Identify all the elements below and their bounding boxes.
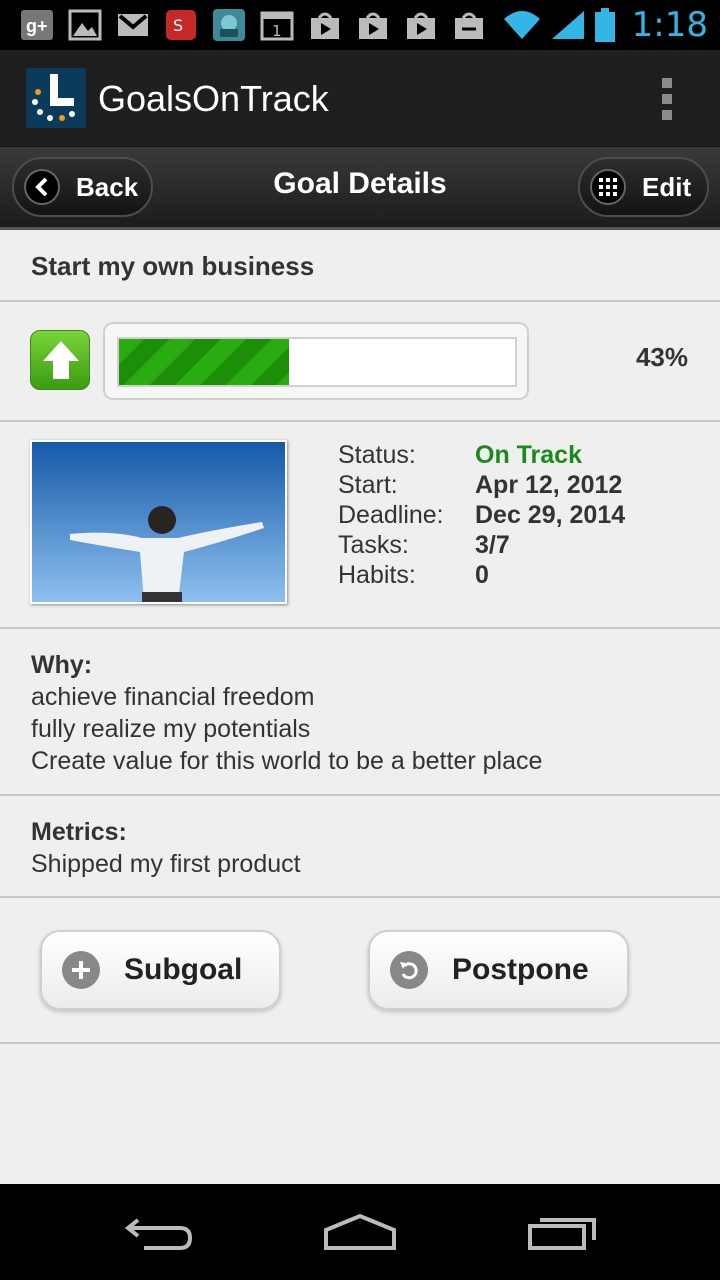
play-store-icon	[407, 12, 435, 39]
status-value: On Track	[475, 441, 582, 469]
subgoal-button-label: Subgoal	[124, 953, 243, 986]
metrics-section: Metrics: Shipped my first product	[0, 796, 720, 898]
wifi-icon	[503, 11, 540, 39]
postpone-button-label: Postpone	[452, 953, 589, 986]
undo-icon	[390, 951, 428, 989]
app-title: GoalsOnTrack	[98, 78, 329, 119]
edit-button[interactable]: Edit	[578, 157, 709, 217]
progress-row: 43%	[0, 302, 720, 422]
header-bar: Back Goal Details Edit	[0, 147, 720, 230]
navigation-bar	[0, 1184, 720, 1280]
notification-icons: g+ S 1	[20, 8, 486, 42]
progress-bar	[103, 322, 529, 400]
app-bar: GoalsOnTrack	[0, 50, 720, 147]
home-nav-icon[interactable]	[322, 1212, 398, 1252]
habits-key: Habits:	[338, 561, 416, 589]
deadline-value: Dec 29, 2014	[475, 501, 626, 529]
calendar-icon: 1	[260, 11, 294, 41]
goal-image	[30, 440, 287, 604]
why-label: Why:	[31, 651, 93, 679]
edit-button-label: Edit	[642, 171, 692, 202]
why-line: achieve financial freedom	[31, 683, 315, 711]
app-red-icon: S	[166, 10, 196, 40]
habits-value: 0	[475, 561, 489, 589]
details-row: Status: On Track Start: Apr 12, 2012 Deadl…	[0, 422, 720, 629]
postpone-button[interactable]: Postpone	[368, 930, 629, 1010]
back-nav-icon[interactable]	[124, 1212, 196, 1252]
start-key: Start:	[338, 471, 398, 499]
why-line: Create value for this world to be a bett…	[31, 747, 543, 775]
status-key: Status:	[338, 441, 416, 469]
grid-icon	[590, 169, 626, 205]
recent-apps-icon[interactable]	[526, 1212, 598, 1252]
subgoal-button[interactable]: Subgoal	[40, 930, 281, 1010]
game-app-icon	[213, 9, 245, 41]
play-store-icon	[311, 12, 339, 39]
app-logo-icon	[26, 68, 86, 128]
metrics-text: Shipped my first product	[31, 850, 301, 878]
up-arrow-icon	[30, 330, 90, 390]
deadline-key: Deadline:	[338, 501, 444, 529]
status-bar: g+ S 1 1:18	[0, 0, 720, 50]
why-line: fully realize my potentials	[31, 715, 311, 743]
svg-text:S: S	[173, 16, 183, 35]
tasks-key: Tasks:	[338, 531, 409, 559]
overflow-menu-icon[interactable]	[660, 78, 674, 120]
svg-text:g+: g+	[26, 16, 48, 36]
goal-details-list: Status: On Track Start: Apr 12, 2012 Deadl…	[338, 440, 625, 590]
why-section: Why: achieve financial freedom fully rea…	[0, 629, 720, 796]
signal-icon	[551, 11, 584, 39]
battery-icon	[594, 8, 615, 42]
start-value: Apr 12, 2012	[475, 471, 623, 499]
gmail-icon	[118, 14, 148, 36]
plus-icon	[62, 951, 100, 989]
goal-name-row: Start my own business	[0, 232, 720, 302]
progress-bar-fill	[119, 339, 290, 385]
gallery-icon	[68, 9, 102, 41]
tasks-value: 3/7	[475, 531, 510, 559]
action-buttons-row: Subgoal Postpone	[0, 898, 720, 1044]
progress-percent: 43%	[635, 342, 688, 372]
google-plus-icon: g+	[21, 10, 53, 40]
metrics-label: Metrics:	[31, 818, 127, 846]
svg-text:1: 1	[272, 22, 282, 40]
shopping-bag-icon	[455, 12, 483, 39]
play-store-icon	[359, 12, 387, 39]
goal-name: Start my own business	[31, 251, 315, 281]
clock: 1:18	[631, 5, 708, 45]
